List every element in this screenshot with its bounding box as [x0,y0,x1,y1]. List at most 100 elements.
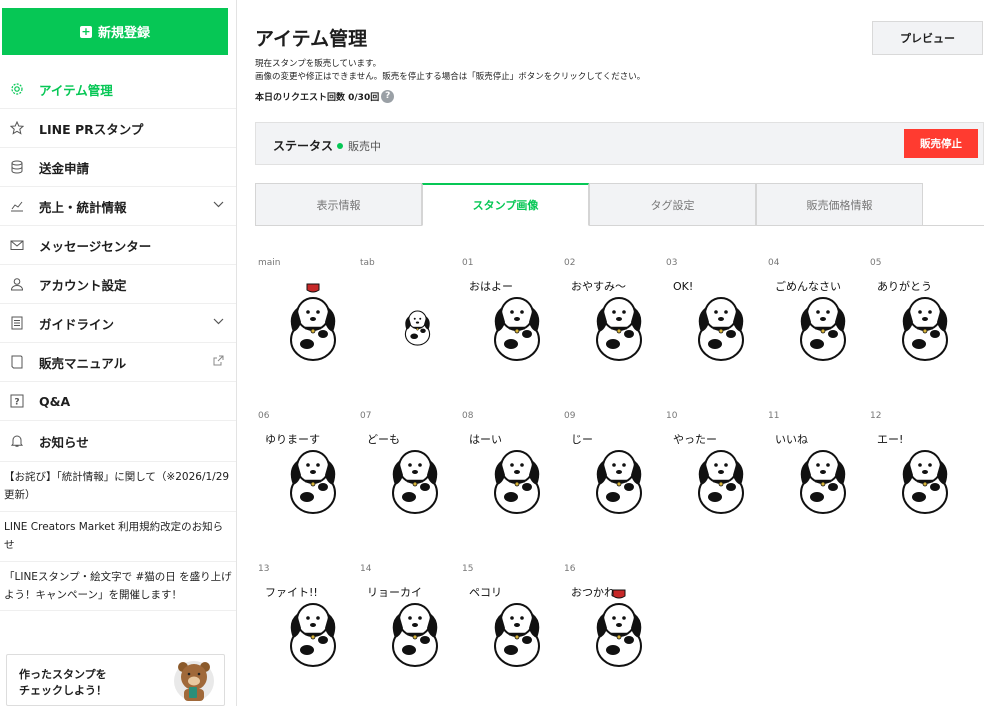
sidebar: + 新規登録 アイテム管理 LINE PRスタンプ 送金申請 売上・統計情報 メ… [0,0,237,706]
stamp-dog-image: ファイト!! [265,586,336,667]
stamp-cell[interactable]: 05 ありがとう [870,258,970,398]
star-icon [10,121,24,135]
book-icon [11,355,23,369]
sidebar-item-qa[interactable]: ? Q&A [0,382,236,421]
stamp-cell[interactable]: 06 ゆりまーす [258,411,358,551]
stamp-dog-image: はーい [469,433,540,514]
stamp-number-label: 14 [360,564,372,574]
sidebar-item-label: ガイドライン [39,316,115,332]
stamp-dog-image: ありがとう [877,279,948,361]
mail-icon [10,240,24,250]
stamp-cell[interactable]: 09 じー [564,411,664,551]
cup-icon [612,589,626,599]
tab-stamp-images[interactable]: スタンプ画像 [422,183,589,226]
new-registration-button[interactable]: + 新規登録 [2,8,228,55]
document-icon [11,316,23,330]
stamp-number-label: main [258,258,281,268]
stamp-cell[interactable]: 07 どーも [360,411,460,551]
stamp-cell[interactable]: main [258,258,358,398]
stamp-number-label: 13 [258,564,270,574]
sidebar-item-item-management[interactable]: アイテム管理 [0,70,236,109]
stamp-dog-image: おはよー [469,280,540,361]
notices-label: お知らせ [39,434,89,450]
description-line-1: 現在スタンプを販売しています。 [255,59,382,69]
main-content: アイテム管理 プレビュー 現在スタンプを販売しています。 画像の変更や修正はでき… [255,0,1000,706]
stop-sales-button[interactable]: 販売停止 [904,129,978,158]
news-item[interactable]: 【お詫び】「統計情報」に関して（※2026/1/29 更新） [0,462,236,512]
sidebar-item-label: Q&A [39,393,71,409]
status-dot-icon [337,143,343,149]
stamp-number-label: 02 [564,258,576,268]
sidebar-item-remittance[interactable]: 送金申請 [0,148,236,187]
question-icon: ? [10,394,24,408]
stamp-number-label: 15 [462,564,474,574]
sidebar-item-sales-manual[interactable]: 販売マニュアル [0,343,236,382]
stamp-cell[interactable]: 14 リョーカイ [360,564,460,704]
stamp-cell[interactable]: tab [360,258,460,398]
stamp-caption: ありがとう [877,279,932,293]
stamp-dog-image: おやすみ〜 [571,280,642,361]
stamp-cell[interactable]: 03 OK! [666,258,766,398]
stamp-dog-image: いいね [775,433,846,514]
stamp-caption: おはよー [469,280,513,293]
tab-display-info[interactable]: 表示情報 [255,183,422,226]
stamp-number-label: 10 [666,411,678,421]
stamp-number-label: 06 [258,411,270,421]
stamp-caption: リョーカイ [367,586,422,599]
sidebar-item-message-center[interactable]: メッセージセンター [0,226,236,265]
stamp-caption: ファイト!! [265,586,318,599]
stamp-number-label: 16 [564,564,576,574]
sidebar-item-label: アイテム管理 [39,82,113,98]
status-value: 販売中 [337,138,381,154]
tab-sales-price-info[interactable]: 販売価格情報 [756,183,923,226]
help-icon[interactable]: ? [381,90,395,103]
stamp-caption: はーい [469,433,502,446]
stamp-cell[interactable]: 04 ごめんなさい [768,258,868,398]
stamp-number-label: 03 [666,258,678,268]
stamp-caption: ごめんなさい [775,279,841,293]
stamp-dog-image: じー [571,433,642,514]
sidebar-item-guidelines[interactable]: ガイドライン [0,304,236,343]
new-registration-label: 新規登録 [97,26,150,41]
stamp-cell[interactable]: 15 ペコリ [462,564,562,704]
status-label: ステータス [273,139,334,153]
request-count: 本日のリクエスト回数 0/30回 ? [255,90,395,103]
stamp-cell[interactable]: 13 ファイト!! [258,564,358,704]
brown-bear-icon [174,661,214,701]
stamp-caption: じー [571,433,593,446]
stamp-dog-image: エー! [877,433,948,514]
stamp-cell[interactable]: 01 おはよー [462,258,562,398]
svg-text:?: ? [14,398,19,408]
request-count-text: 本日のリクエスト回数 0/30回 [255,93,380,103]
sidebar-item-label: メッセージセンター [39,238,152,254]
stamp-number-label: 05 [870,258,882,268]
stamp-caption: やったー [673,433,717,446]
stamp-number-label: 07 [360,411,372,421]
stamp-caption: ゆりまーす [265,433,320,446]
stamp-cell[interactable]: 12 エー! [870,411,970,551]
stamp-cell[interactable]: 02 おやすみ〜 [564,258,664,398]
sidebar-item-account-settings[interactable]: アカウント設定 [0,265,236,304]
sidebar-item-line-pr-stamp[interactable]: LINE PRスタンプ [0,109,236,148]
notices-heading: お知らせ [0,421,236,462]
preview-button[interactable]: プレビュー [872,21,983,55]
sidebar-item-sales-stats[interactable]: 売上・統計情報 [0,187,236,226]
stamp-dog-image: やったー [673,433,744,514]
stamp-cell[interactable]: 11 いいね [768,411,868,551]
sidebar-item-label: 売上・統計情報 [39,199,127,215]
stamp-cell[interactable]: 08 はーい [462,411,562,551]
external-link-icon [213,355,224,366]
stamp-dog-image: OK! [673,280,744,361]
news-item[interactable]: LINE Creators Market 利用規約改定のお知らせ [0,512,236,562]
stamp-dog-image: ごめんなさい [775,279,846,361]
stamp-check-promo[interactable]: 作ったスタンプを チェックしよう！ [6,654,225,706]
stamp-cell[interactable]: 16 おつかれー [564,564,664,704]
news-item[interactable]: 「LINEスタンプ・絵文字で #猫の日 を盛り上げよう！キャンペーン」を開催しま… [0,562,236,612]
tab-tag-settings[interactable]: タグ設定 [589,183,756,226]
stamp-cell[interactable]: 10 やったー [666,411,766,551]
stamp-number-label: 11 [768,411,780,421]
stamp-dog-image [404,310,431,346]
sidebar-item-label: アカウント設定 [39,277,127,293]
stamp-caption: ペコリ [469,586,502,599]
status-value-text: 販売中 [348,140,381,153]
